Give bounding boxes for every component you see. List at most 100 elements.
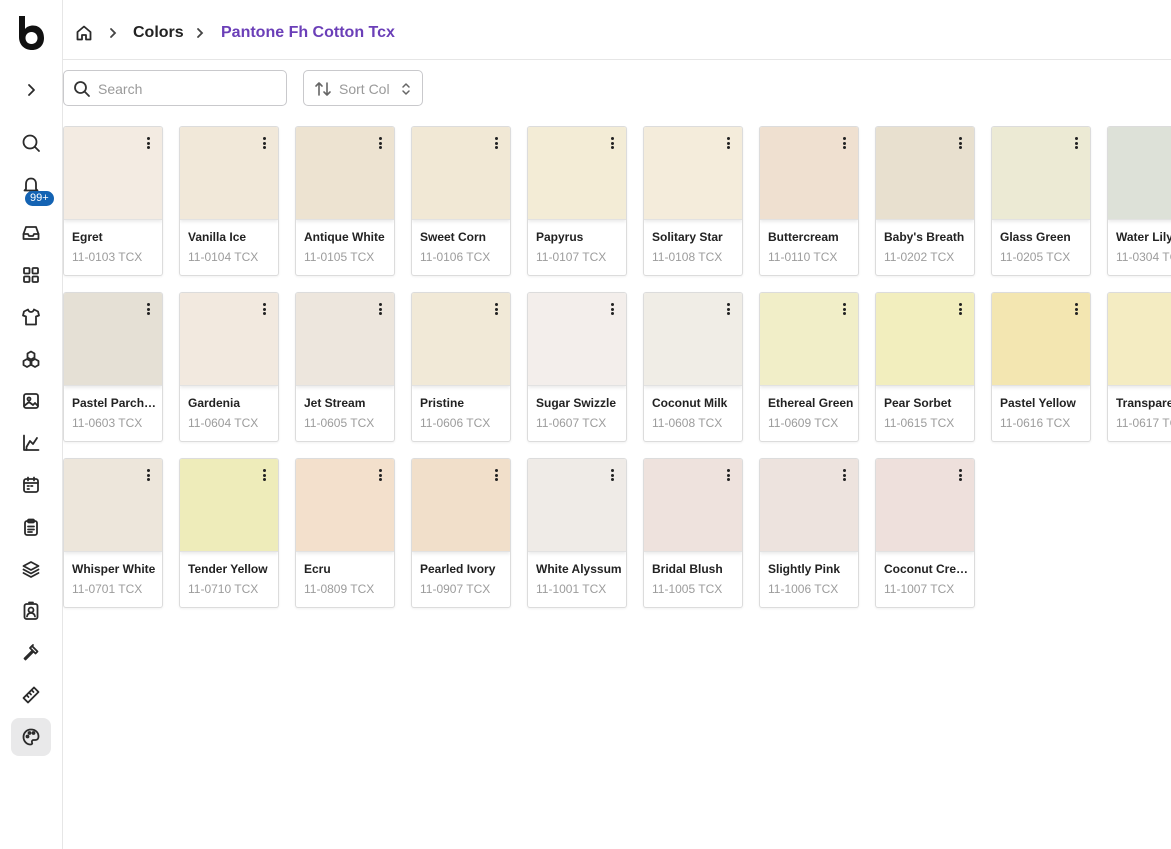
chart-icon [23, 434, 40, 451]
color-card[interactable]: Jet Stream 11-0605 TCX [295, 292, 395, 442]
more-options-icon[interactable] [606, 301, 618, 317]
more-options-icon[interactable] [606, 467, 618, 483]
color-code: 11-0105 TCX [304, 250, 375, 264]
more-options-icon[interactable] [722, 301, 734, 317]
image-icon [23, 393, 39, 409]
sidebar-item-tools[interactable] [11, 634, 51, 672]
color-code: 11-1007 TCX [884, 582, 955, 596]
color-name: Glass Green [1000, 230, 1071, 244]
palette-icon [22, 728, 40, 746]
color-card[interactable]: Ethereal Green 11-0609 TCX [759, 292, 859, 442]
color-name: Vanilla Ice [188, 230, 247, 244]
color-card[interactable]: Glass Green 11-0205 TCX [991, 126, 1091, 276]
more-options-icon[interactable] [142, 467, 154, 483]
color-code: 11-0605 TCX [304, 416, 375, 430]
more-options-icon[interactable] [606, 135, 618, 151]
color-card[interactable]: Gardenia 11-0604 TCX [179, 292, 279, 442]
color-card[interactable]: Vanilla Ice 11-0104 TCX [179, 126, 279, 276]
color-card[interactable]: Tender Yellow 11-0710 TCX [179, 458, 279, 608]
more-options-icon[interactable] [838, 135, 850, 151]
sidebar-item-colors[interactable] [11, 718, 51, 756]
chevron-right-icon [108, 26, 118, 40]
more-options-icon[interactable] [374, 135, 386, 151]
color-swatch [1108, 127, 1171, 220]
more-options-icon[interactable] [954, 135, 966, 151]
more-options-icon[interactable] [142, 135, 154, 151]
sidebar-item-measurements[interactable] [11, 676, 51, 714]
color-card[interactable]: Sweet Corn 11-0106 TCX [411, 126, 511, 276]
sidebar-item-tasks[interactable] [11, 508, 51, 546]
sidebar-item-analytics[interactable] [11, 424, 51, 462]
sidebar-item-contacts[interactable] [11, 592, 51, 630]
color-card[interactable]: Water Lily 11-0304 TCX [1107, 126, 1171, 276]
color-card[interactable]: Solitary Star 11-0108 TCX [643, 126, 743, 276]
color-card[interactable]: Papyrus 11-0107 TCX [527, 126, 627, 276]
color-card[interactable]: Coconut Cream 11-1007 TCX [875, 458, 975, 608]
color-name: Coconut Milk [652, 396, 728, 410]
sidebar-item-dashboard[interactable] [11, 256, 51, 294]
search-icon [22, 134, 40, 152]
more-options-icon[interactable] [258, 301, 270, 317]
color-name: Sugar Swizzle [536, 396, 617, 410]
color-card[interactable]: Bridal Blush 11-1005 TCX [643, 458, 743, 608]
color-card[interactable]: Transparent Yellow 11-0617 TCX [1107, 292, 1171, 442]
sort-select[interactable]: Sort Col [303, 70, 423, 106]
color-card[interactable]: Buttercream 11-0110 TCX [759, 126, 859, 276]
color-card[interactable]: Pristine 11-0606 TCX [411, 292, 511, 442]
color-code: 11-0108 TCX [652, 250, 723, 264]
sidebar-item-search[interactable] [11, 124, 51, 162]
color-card[interactable]: Sugar Swizzle 11-0607 TCX [527, 292, 627, 442]
more-options-icon[interactable] [490, 467, 502, 483]
color-code: 11-0304 TCX [1116, 250, 1171, 264]
color-card[interactable]: Pearled Ivory 11-0907 TCX [411, 458, 511, 608]
more-options-icon[interactable] [490, 301, 502, 317]
more-options-icon[interactable] [258, 467, 270, 483]
color-code: 11-0110 TCX [768, 250, 838, 264]
clipboard-icon [24, 518, 38, 536]
color-name: Sweet Corn [420, 230, 487, 244]
more-options-icon[interactable] [1070, 301, 1082, 317]
more-options-icon[interactable] [142, 301, 154, 317]
more-options-icon[interactable] [374, 301, 386, 317]
sidebar-expand-button[interactable] [11, 71, 51, 109]
color-name: Pearled Ivory [420, 562, 496, 576]
color-card[interactable]: Egret 11-0103 TCX [63, 126, 163, 276]
color-code: 11-0907 TCX [420, 582, 491, 596]
color-card[interactable]: Antique White 11-0105 TCX [295, 126, 395, 276]
brand-logo[interactable] [16, 14, 46, 52]
more-options-icon[interactable] [838, 301, 850, 317]
calendar-icon [23, 476, 39, 493]
color-card[interactable]: White Alyssum 11-1001 TCX [527, 458, 627, 608]
more-options-icon[interactable] [490, 135, 502, 151]
sidebar-item-images[interactable] [11, 382, 51, 420]
color-card[interactable]: Whisper White 11-0701 TCX [63, 458, 163, 608]
search-input[interactable] [98, 79, 278, 99]
color-name: Solitary Star [652, 230, 723, 244]
color-card[interactable]: Coconut Milk 11-0608 TCX [643, 292, 743, 442]
sidebar-item-products[interactable] [11, 298, 51, 336]
color-card[interactable]: Baby's Breath 11-0202 TCX [875, 126, 975, 276]
color-card[interactable]: Slightly Pink 11-1006 TCX [759, 458, 859, 608]
sidebar-item-inbox[interactable] [11, 214, 51, 252]
breadcrumb-colors-link[interactable]: Colors [133, 24, 184, 42]
sidebar-item-layers[interactable] [11, 550, 51, 588]
more-options-icon[interactable] [954, 467, 966, 483]
sidebar-item-materials[interactable] [11, 340, 51, 378]
color-card[interactable]: Ecru 11-0809 TCX [295, 458, 395, 608]
more-options-icon[interactable] [374, 467, 386, 483]
hammer-icon [23, 644, 39, 661]
home-icon[interactable] [75, 24, 93, 42]
color-card[interactable]: Pastel Parchment 11-0603 TCX [63, 292, 163, 442]
more-options-icon[interactable] [838, 467, 850, 483]
more-options-icon[interactable] [954, 301, 966, 317]
color-card[interactable]: Pear Sorbet 11-0615 TCX [875, 292, 975, 442]
more-options-icon[interactable] [722, 467, 734, 483]
more-options-icon[interactable] [1070, 135, 1082, 151]
chevron-updown-icon [402, 83, 410, 95]
search-icon [74, 81, 90, 97]
color-name: Gardenia [188, 396, 241, 410]
color-card[interactable]: Pastel Yellow 11-0616 TCX [991, 292, 1091, 442]
more-options-icon[interactable] [258, 135, 270, 151]
sidebar-item-calendar[interactable] [11, 466, 51, 504]
more-options-icon[interactable] [722, 135, 734, 151]
